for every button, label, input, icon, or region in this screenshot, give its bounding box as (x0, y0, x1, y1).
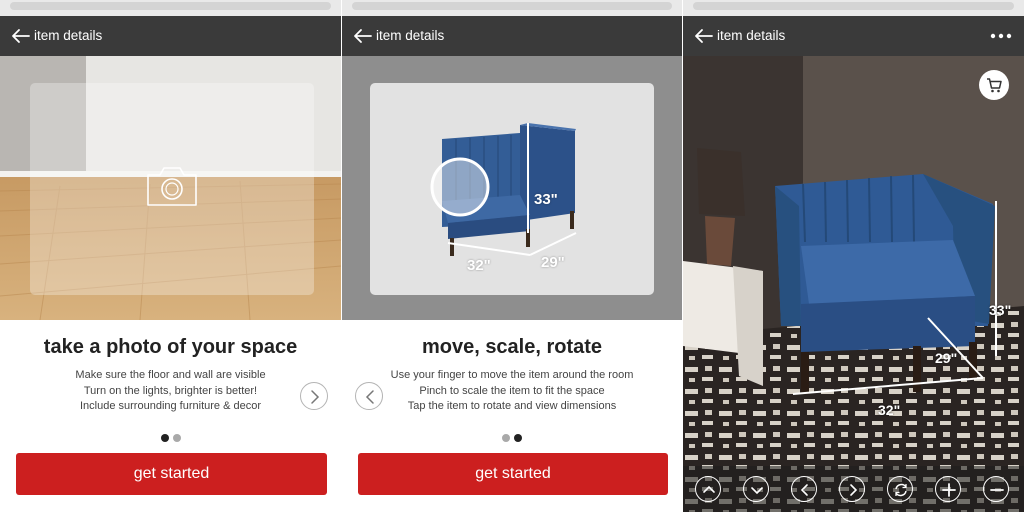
instruction-line: Tap the item to rotate and view dimensio… (407, 400, 617, 412)
cart-icon (987, 78, 1002, 93)
cart-button[interactable] (979, 70, 1009, 100)
top-bar: item details (683, 16, 1024, 56)
address-bar (693, 2, 1014, 10)
height-dimension-label: 33" (989, 302, 1012, 318)
screen-heading: move, scale, rotate (421, 336, 603, 358)
back-arrow-icon[interactable] (693, 25, 715, 47)
onboarding-screen-photo: item details take a photo of your space … (0, 0, 341, 512)
rotate-icon (895, 483, 907, 497)
chevron-left-icon (800, 484, 808, 496)
page-indicator (0, 434, 341, 442)
page-dot[interactable] (502, 434, 510, 442)
scale-up-button[interactable] (935, 476, 961, 502)
depth-dimension-label: 29" (935, 350, 958, 366)
chevron-down-icon (751, 487, 763, 495)
instruction-line: Pinch to scale the item to fit the space (419, 384, 605, 397)
move-down-button[interactable] (743, 476, 769, 502)
address-bar (10, 2, 331, 10)
photo-frame-overlay (30, 83, 314, 295)
chevron-up-icon (703, 485, 715, 493)
move-up-button[interactable] (695, 476, 721, 502)
top-bar: item details (0, 16, 341, 56)
page-dot-active[interactable] (160, 434, 169, 442)
header-title: item details (717, 28, 786, 43)
instruction-line: Make sure the floor and wall are visible (75, 369, 266, 381)
page-dot[interactable] (172, 434, 181, 442)
minus-icon (990, 489, 1004, 491)
ar-control-toolbar (683, 466, 1024, 512)
chevron-left-icon (365, 390, 374, 404)
previous-page-button[interactable] (355, 382, 383, 410)
instruction-line: Include surrounding furniture & decor (80, 400, 261, 412)
more-options-icon[interactable] (986, 25, 1016, 47)
demo-area: 33" 32" 29" (342, 56, 682, 320)
camera-icon[interactable] (144, 163, 200, 209)
onboarding-screen-move: item details 33" 32" 29" move, scale, ro… (342, 0, 682, 512)
move-left-button[interactable] (791, 476, 817, 502)
depth-dimension-label: 29" (541, 254, 565, 271)
status-bar (342, 0, 682, 16)
chevron-right-icon (311, 390, 320, 404)
get-started-button[interactable]: get started (16, 453, 327, 495)
instruction-line: Turn on the lights, brighter is better! (83, 384, 258, 397)
room-photo (0, 56, 341, 320)
get-started-button[interactable]: get started (358, 453, 668, 495)
header-title: item details (34, 28, 103, 43)
plus-icon (942, 483, 956, 497)
room-with-chair-scene (683, 56, 1024, 512)
address-bar (352, 2, 672, 10)
chevron-right-icon (850, 484, 858, 496)
page-indicator (342, 434, 682, 442)
demo-card: 33" 32" 29" (370, 83, 654, 295)
width-dimension-label: 32" (878, 402, 901, 418)
ar-view-screen: item details 33" 32" 29" (683, 0, 1024, 512)
instruction-text: Make sure the floor and wall are visible… (0, 368, 341, 415)
top-bar: item details (342, 16, 682, 56)
screen-heading: take a photo of your space (43, 336, 298, 358)
width-dimension-label: 32" (467, 257, 491, 274)
header-title: item details (376, 28, 445, 43)
ar-camera-view[interactable]: 33" 32" 29" (683, 56, 1024, 512)
back-arrow-icon[interactable] (10, 25, 32, 47)
scale-down-button[interactable] (983, 476, 1009, 502)
page-dot-active[interactable] (514, 434, 522, 442)
instruction-line: Use your finger to move the item around … (390, 369, 634, 381)
status-bar (0, 0, 341, 16)
next-page-button[interactable] (300, 382, 328, 410)
instruction-text: Use your finger to move the item around … (342, 368, 682, 415)
move-right-button[interactable] (839, 476, 865, 502)
height-dimension-label: 33" (534, 191, 558, 208)
back-arrow-icon[interactable] (352, 25, 374, 47)
status-bar (683, 0, 1024, 16)
rotate-button[interactable] (887, 476, 913, 502)
chair-illustration (430, 123, 577, 256)
